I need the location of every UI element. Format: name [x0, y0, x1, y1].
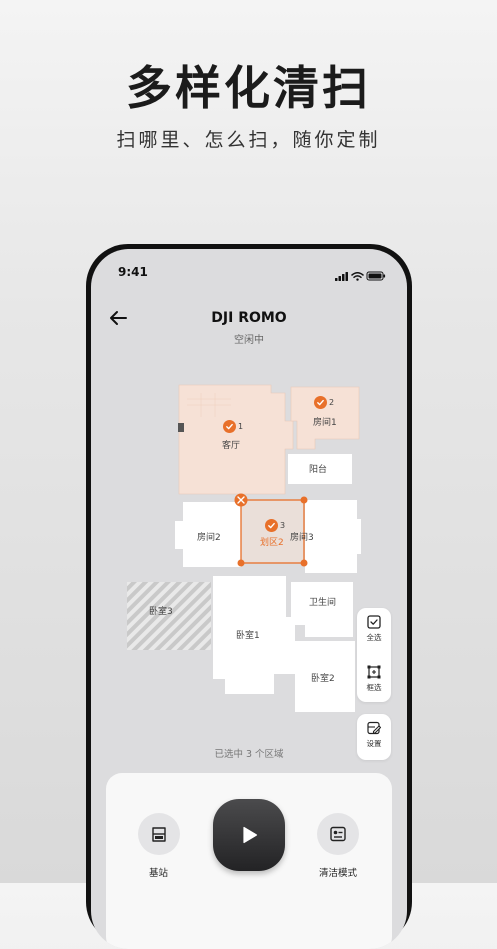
dock-label: 基站 — [149, 868, 169, 879]
clean-mode-button[interactable] — [317, 813, 359, 855]
dock-button[interactable] — [138, 813, 180, 855]
badge-room1: 2 — [314, 396, 334, 409]
dock-marker — [178, 423, 184, 432]
check-icon — [223, 420, 236, 433]
check-icon — [314, 396, 327, 409]
edit-settings-icon — [367, 721, 382, 735]
base-station-icon — [152, 827, 166, 842]
zone-delete-icon[interactable] — [234, 493, 248, 507]
room-label-zone2: 划区2 — [260, 538, 284, 548]
room-label-balcony: 阳台 — [309, 465, 328, 475]
room-label-bedroom2: 卧室2 — [311, 674, 335, 684]
select-all-button[interactable]: 全选 — [357, 608, 391, 658]
room-label-bedroom3: 卧室3 — [149, 607, 173, 617]
selection-count: 已选中 3 个区域 — [214, 749, 284, 760]
app-screen: 9:41 DJI ROMO 空闲中 客厅 房间1 阳台 房间2 房间3 划区2 … — [91, 249, 407, 949]
map-tool-panel: 全选 框选 — [357, 608, 391, 702]
room-label-room1: 房间1 — [313, 418, 337, 428]
start-cleaning-button[interactable] — [213, 799, 285, 871]
room-bathroom[interactable] — [291, 582, 353, 637]
clean-mode-label: 清洁模式 — [319, 868, 358, 879]
checkbox-icon — [367, 615, 381, 629]
clean-mode-icon — [330, 826, 346, 842]
room-label-bathroom: 卫生间 — [309, 598, 337, 608]
control-card: 基站 清洁模式 — [106, 773, 392, 949]
room-label-bedroom1: 卧室1 — [236, 631, 260, 641]
promo-subtitle: 扫哪里、怎么扫，随你定制 — [116, 129, 381, 151]
badge-living: 1 — [223, 420, 243, 433]
box-select-button[interactable]: 框选 — [357, 658, 391, 708]
box-select-icon — [367, 665, 381, 679]
promo-title: 多样化清扫 — [126, 61, 371, 115]
room-label-room3: 房间3 — [290, 533, 314, 543]
check-icon — [265, 519, 278, 532]
phone-frame: 9:41 DJI ROMO 空闲中 客厅 房间1 阳台 房间2 房间3 划区2 … — [86, 244, 412, 949]
room-label-room2: 房间2 — [197, 533, 221, 543]
badge-zone2: 3 — [265, 519, 285, 532]
play-icon — [243, 826, 258, 844]
room-label-living: 客厅 — [222, 441, 241, 451]
